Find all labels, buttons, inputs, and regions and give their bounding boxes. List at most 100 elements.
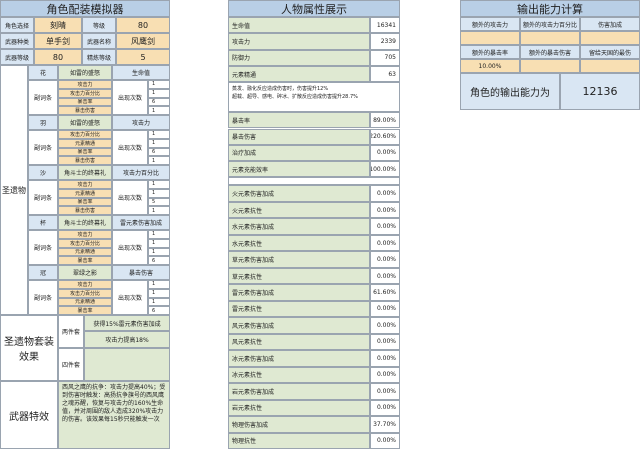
substat-count[interactable]: 6 (148, 306, 170, 315)
substat-name[interactable]: 暴击率 (58, 97, 112, 107)
substat-name[interactable]: 暴击率 (58, 306, 112, 315)
count-label: 出现次数 (112, 80, 148, 115)
substat-count[interactable]: 1 (148, 206, 170, 215)
substat-name[interactable]: 攻击力百分比 (58, 88, 112, 98)
left-title: 角色配装模拟器 (0, 0, 170, 17)
element-label: 岩元素抗性 (228, 399, 370, 417)
substat-count[interactable]: 1 (148, 280, 170, 289)
substat-count[interactable]: 1 (148, 138, 170, 148)
element-label: 草元素抗性 (228, 267, 370, 285)
substat-name[interactable]: 攻击力百分比 (58, 288, 112, 298)
element-label: 岩元素伤害加成 (228, 383, 370, 400)
extra-crit-rate-input[interactable]: 10.00% (460, 59, 520, 73)
artifact-main-stat[interactable]: 雷元素伤害加成 (112, 215, 170, 230)
attr-label: 暴击伤害 (228, 128, 370, 145)
extra-atk-input[interactable] (460, 31, 520, 45)
substat-label: 副词条 (28, 180, 58, 215)
artifact-main-stat[interactable]: 攻击力百分比 (112, 165, 170, 180)
artifact-main-stat[interactable]: 生命值 (112, 65, 170, 80)
set-effect-text: 圣遗物套装效果 (4, 337, 54, 363)
substat-count[interactable]: 1 (148, 106, 170, 115)
substat-count[interactable]: 1 (148, 297, 170, 307)
substat-count[interactable]: 1 (148, 288, 170, 298)
substat-count[interactable]: 1 (148, 230, 170, 239)
artifact-main-stat[interactable]: 攻击力 (112, 115, 170, 130)
substat-name[interactable]: 暴击率 (58, 256, 112, 265)
level-label: 等级 (82, 17, 116, 33)
mid-panel: 人物属性展示 生命值 16341 攻击力 2339 防御力 705 元素精通 63 蒸发、融化反… (228, 0, 400, 449)
element-label: 雷元素伤害加成 (228, 284, 370, 301)
substat-count[interactable]: 1 (148, 188, 170, 198)
substat-name[interactable]: 攻击力 (58, 180, 112, 189)
attr-value: 220.60% (370, 128, 400, 145)
substat-name[interactable]: 元素精通 (58, 247, 112, 257)
count-label: 出现次数 (112, 230, 148, 265)
wname-select[interactable]: 风鹰剑 (116, 33, 170, 49)
substat-name[interactable]: 暴击伤害 (58, 206, 112, 215)
substat-name[interactable]: 元素精通 (58, 138, 112, 148)
substat-count[interactable]: 6 (148, 147, 170, 157)
artifact-slot: 沙 (28, 165, 58, 180)
element-value: 0.00% (370, 300, 400, 318)
substat-name[interactable]: 暴击率 (58, 197, 112, 207)
substat-count[interactable]: 6 (148, 256, 170, 265)
spacer-row (228, 177, 400, 186)
substat-count[interactable]: 1 (148, 88, 170, 98)
substat-count[interactable]: 1 (148, 130, 170, 139)
level-select[interactable]: 80 (116, 17, 170, 33)
substat-name[interactable]: 攻击力百分比 (58, 130, 112, 139)
substat-name[interactable]: 攻击力 (58, 230, 112, 239)
special-input[interactable] (580, 59, 640, 73)
extra-atk-pct-header: 额外的攻击力百分比 (520, 17, 580, 31)
dmg-bonus-input[interactable] (580, 31, 640, 45)
element-label: 冰元素伤害加成 (228, 350, 370, 367)
artifact-main-stat[interactable]: 暴击伤害 (112, 265, 170, 280)
substat-name[interactable]: 暴击率 (58, 147, 112, 157)
substat-name[interactable]: 攻击力百分比 (58, 238, 112, 248)
substat-name[interactable]: 攻击力 (58, 280, 112, 289)
output-label: 角色的输出能力为 (460, 73, 560, 110)
wlevel-select[interactable]: 80 (34, 49, 82, 65)
substat-name[interactable]: 暴击伤害 (58, 106, 112, 115)
right-title: 输出能力计算 (460, 0, 640, 17)
substat-label: 副词条 (28, 80, 58, 115)
attr-label: 暴击率 (228, 112, 370, 129)
extra-crit-dmg-header: 额外的暴击伤害 (520, 45, 580, 59)
substat-count[interactable]: 1 (148, 156, 170, 165)
substat-count[interactable]: 1 (148, 180, 170, 189)
element-value: 0.00% (370, 432, 400, 449)
attr-label: 防御力 (228, 49, 370, 66)
substat-count[interactable]: 1 (148, 80, 170, 89)
extra-atk-header: 额外的攻击力 (460, 17, 520, 31)
artifact-slot: 冠 (28, 265, 58, 280)
attr-value: 0.00% (370, 144, 400, 162)
substat-count[interactable]: 1 (148, 247, 170, 257)
substat-name[interactable]: 暴击伤害 (58, 156, 112, 165)
set-effect-label: 圣遗物套装效果 (0, 315, 58, 381)
extra-atk-pct-input[interactable] (520, 31, 580, 45)
wtype-select[interactable]: 单手剑 (34, 33, 82, 49)
substat-count[interactable]: 6 (148, 97, 170, 107)
element-value: 0.00% (370, 251, 400, 268)
artifact-set[interactable]: 翠绿之影 (58, 265, 112, 280)
substat-count[interactable]: 1 (148, 238, 170, 248)
substat-name[interactable]: 攻击力 (58, 80, 112, 89)
artifact-slot: 杯 (28, 215, 58, 230)
refine-select[interactable]: 5 (116, 49, 170, 65)
right-panel: 输出能力计算 额外的攻击力 额外的攻击力百分比 伤害加成 额外的暴击率 额外的暴… (460, 0, 640, 110)
artifact-set[interactable]: 角斗士的终幕礼 (58, 165, 112, 180)
artifact-set[interactable]: 如雷的盛怒 (58, 115, 112, 130)
two-piece-label: 两件套 (58, 315, 84, 348)
substat-name[interactable]: 元素精通 (58, 297, 112, 307)
substat-name[interactable]: 元素精通 (58, 188, 112, 198)
artifact-set[interactable]: 如雷的盛怒 (58, 65, 112, 80)
extra-crit-dmg-input[interactable] (520, 59, 580, 73)
weapon-effect-label: 武器特效 (0, 381, 58, 449)
wname-label: 武器名称 (82, 33, 116, 49)
char-select[interactable]: 刻晴 (34, 17, 82, 33)
extra-crit-rate-header: 额外的暴击率 (460, 45, 520, 59)
artifact-set[interactable]: 角斗士的终幕礼 (58, 215, 112, 230)
substat-count[interactable]: 5 (148, 197, 170, 207)
element-value: 0.00% (370, 366, 400, 384)
element-value: 0.00% (370, 383, 400, 400)
